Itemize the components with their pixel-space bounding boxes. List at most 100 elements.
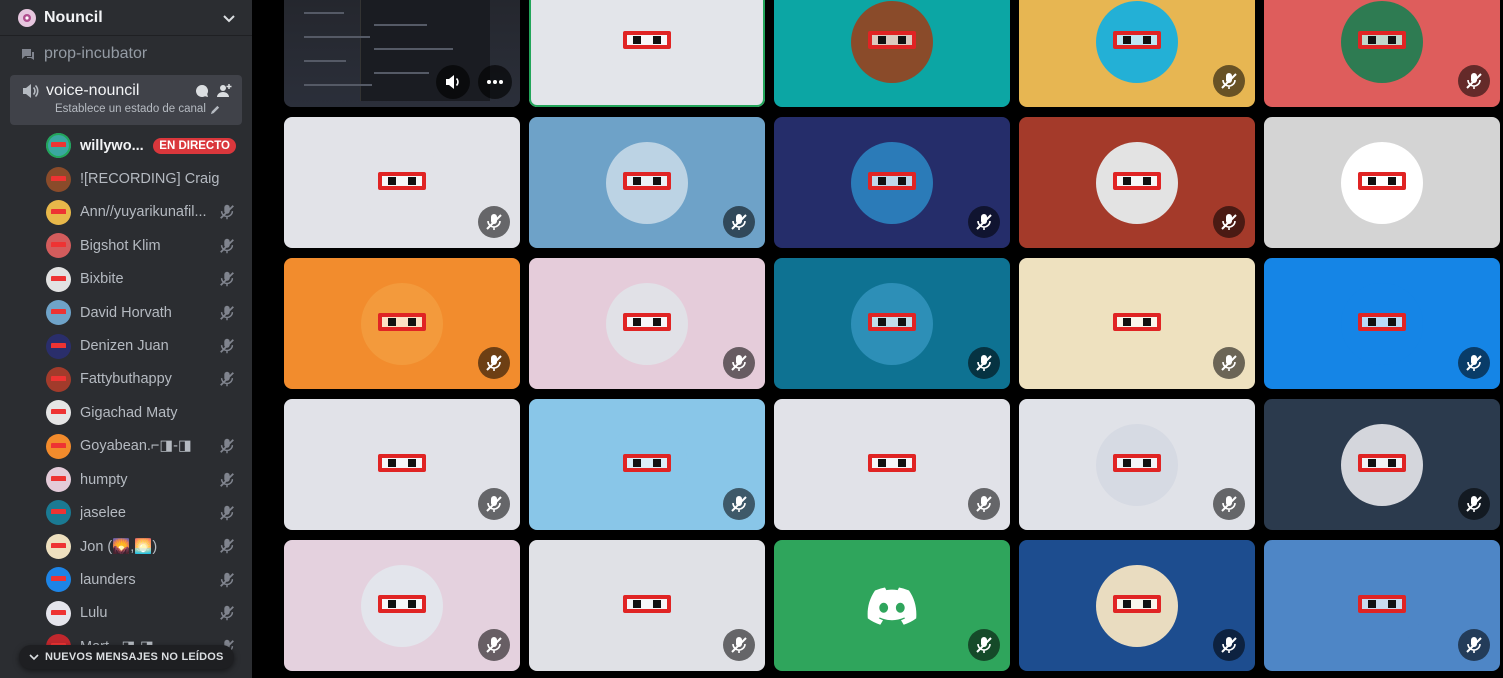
muted-mic-icon [723,347,755,379]
noggles-glasses [623,594,671,613]
channel-status[interactable]: Establece un estado de canal [55,103,232,115]
david-tile[interactable] [529,117,765,248]
participant-avatar [851,0,933,83]
tile-23[interactable] [774,540,1010,671]
muted-mic-icon [1213,65,1245,97]
chevron-down-icon[interactable] [222,11,236,25]
muted-mic-icon [218,604,236,622]
jon-tile[interactable] [1019,258,1255,389]
denizen-tile[interactable] [774,117,1010,248]
tile-18[interactable] [774,399,1010,530]
user-name: jaselee [80,504,126,521]
goyabean-tile[interactable] [284,258,520,389]
tile-20[interactable] [1264,399,1500,530]
screen-share-tile[interactable] [284,0,520,107]
participant-avatar [606,282,688,365]
voice-user[interactable]: launders [0,563,252,596]
screen-panel [360,0,490,101]
participant-avatar [851,141,933,224]
muted-mic-icon [723,206,755,238]
voice-user[interactable]: Fattybuthappy [0,363,252,396]
voice-user[interactable]: David Horvath [0,296,252,329]
more-options-button[interactable] [478,65,512,99]
noggles-glasses [378,594,426,613]
muted-mic-icon [218,237,236,255]
channel-prop-incubator[interactable]: prop-incubator [8,37,244,71]
muted-mic-icon [478,629,510,661]
unread-messages-pill[interactable]: NUEVOS MENSAJES NO LEÍDOS [19,645,234,669]
voice-user[interactable]: Ann//yuyarikunafil... [0,196,252,229]
voice-user[interactable]: Denizen Juan [0,329,252,362]
avatar [46,567,71,593]
avatar [46,133,71,159]
bixbite-tile[interactable] [284,117,520,248]
avatar [46,366,71,392]
tile-22[interactable] [529,540,765,671]
muted-mic-icon [1213,206,1245,238]
muted-mic-icon [1458,629,1490,661]
muted-mic-icon [1213,488,1245,520]
humpty-tile[interactable] [529,258,765,389]
participant-avatar [851,423,933,506]
noggles-glasses [623,171,671,190]
participant-avatar [361,423,443,506]
noggles-glasses [378,171,426,190]
participant-avatar [361,282,443,365]
tile-21[interactable] [284,540,520,671]
avatar [46,333,71,359]
tile-17[interactable] [529,399,765,530]
muted-mic-icon [218,270,236,288]
voice-user[interactable]: Bigshot Klim [0,229,252,262]
user-name: humpty [80,471,128,488]
muted-mic-icon [1213,629,1245,661]
user-name: David Horvath [80,304,172,321]
voice-user[interactable]: willywo... EN DIRECTO [0,129,252,162]
avatar [46,266,71,292]
tile-25[interactable] [1264,540,1500,671]
participant-avatar [1341,282,1423,365]
voice-user[interactable]: humpty [0,463,252,496]
voice-user[interactable]: Jon (🌄,🌅) [0,530,252,563]
participant-avatar [1341,564,1423,647]
voice-user[interactable]: Lulu [0,596,252,629]
gigachad-tile[interactable] [1264,117,1500,248]
lulu-tile[interactable] [284,399,520,530]
chat-bubble-icon[interactable] [194,83,210,99]
craig-tile[interactable] [774,0,1010,107]
server-header[interactable]: Nouncil [0,0,252,36]
user-name: Fattybuthappy [80,371,172,388]
participant-avatar [361,141,443,224]
voice-user[interactable]: Goyabean.⌐◨-◨ [0,430,252,463]
muted-mic-icon [968,629,1000,661]
muted-mic-icon [218,471,236,489]
avatar [46,467,71,493]
participant-avatar [1341,141,1423,224]
voice-user[interactable]: Gigachad Maty [0,396,252,429]
user-name: Jon (🌄,🌅) [80,538,158,555]
channel-label: prop-incubator [44,45,148,62]
muted-mic-icon [968,206,1000,238]
ann-tile[interactable] [1019,0,1255,107]
add-user-icon[interactable] [216,83,232,99]
jaselee-tile[interactable] [774,258,1010,389]
screen-line [304,60,346,62]
tile-19[interactable] [1019,399,1255,530]
speaker-icon [20,81,40,101]
muted-mic-icon [968,347,1000,379]
channel-voice-nouncil[interactable]: voice-nouncil Establece un estado de can… [10,75,242,125]
noggles-glasses [868,30,916,49]
muted-mic-icon [478,488,510,520]
bigshot-tile[interactable] [1264,0,1500,107]
willywo-tile[interactable] [529,0,765,107]
volume-button[interactable] [436,65,470,99]
tile-24[interactable] [1019,540,1255,671]
voice-user[interactable]: Bixbite [0,263,252,296]
voice-user[interactable]: jaselee [0,496,252,529]
muted-mic-icon [478,347,510,379]
launders-tile[interactable] [1264,258,1500,389]
screen-line [374,72,429,74]
voice-user[interactable]: ![RECORDING] Craig [0,162,252,195]
live-badge: EN DIRECTO [153,137,236,154]
fatty-tile[interactable] [1019,117,1255,248]
muted-mic-icon [478,206,510,238]
